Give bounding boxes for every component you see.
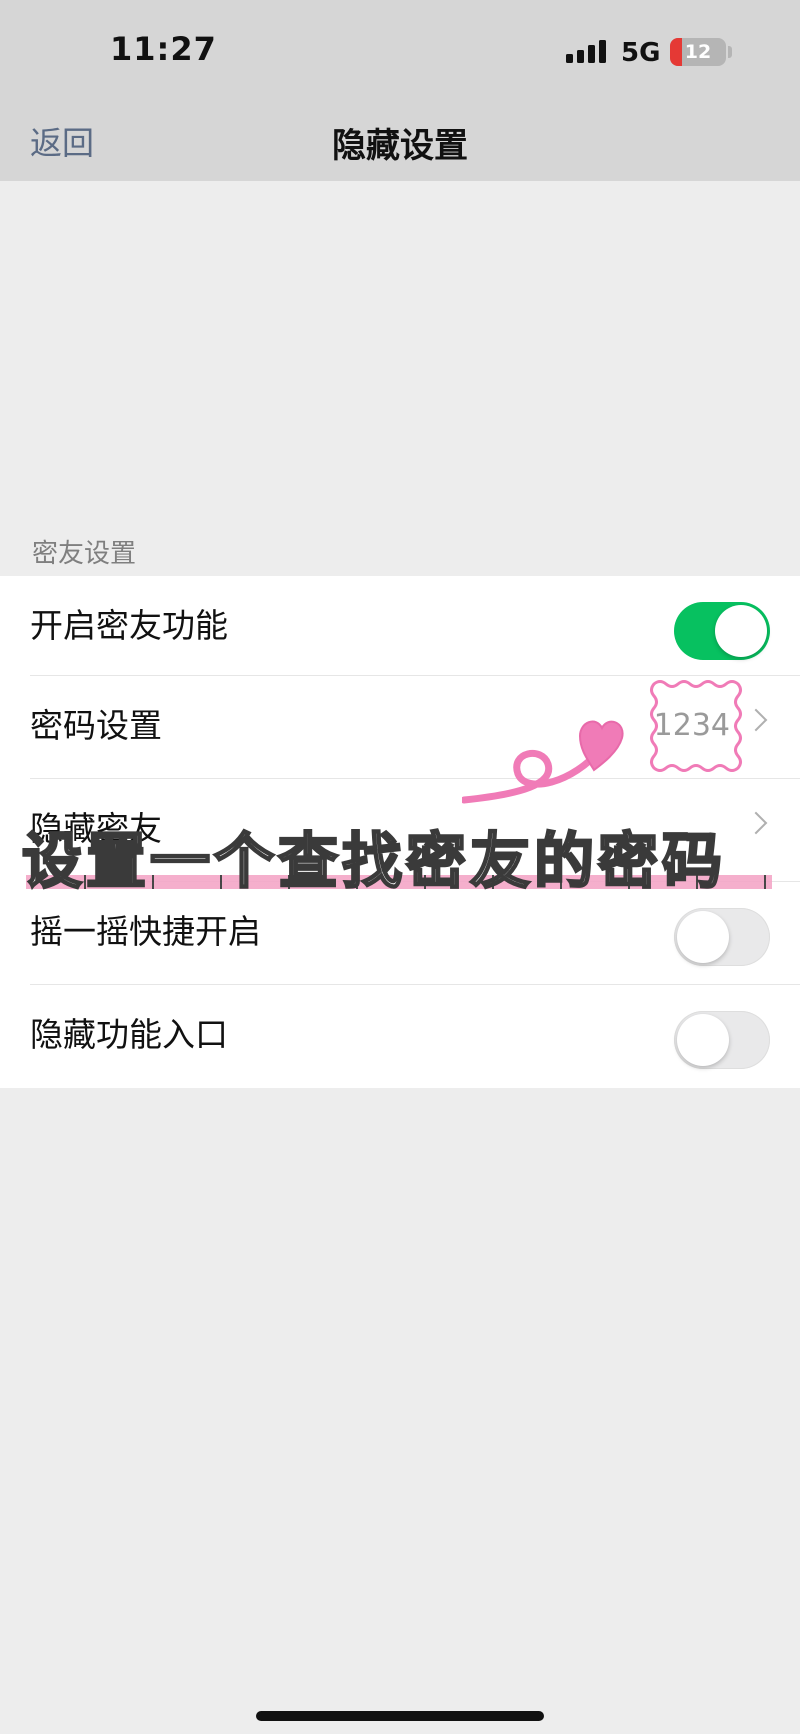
signal-icon [566, 40, 606, 66]
toggle-knob [715, 605, 767, 657]
toggle-knob [677, 911, 729, 963]
wavy-frame-decoration [650, 680, 742, 772]
row-enable-close-friends[interactable]: 开启密友功能 [0, 576, 800, 676]
row-label: 隐藏功能入口 [30, 1015, 228, 1054]
heart-arrow-decoration [462, 720, 624, 804]
battery-nub [728, 46, 732, 58]
status-time: 11:27 [110, 30, 217, 68]
chevron-right-icon [744, 708, 768, 732]
section-label: 密友设置 [32, 539, 137, 569]
navigation-bar: 返回 隐藏设置 [0, 100, 800, 181]
row-hide-feature-entry[interactable]: 隐藏功能入口 [0, 985, 800, 1088]
row-label: 开启密友功能 [30, 606, 228, 645]
enable-close-friends-toggle[interactable] [674, 602, 770, 660]
shake-quick-open-toggle[interactable] [674, 908, 770, 966]
battery-icon: 12 [670, 38, 726, 66]
home-indicator[interactable] [256, 1711, 544, 1721]
hide-feature-entry-toggle[interactable] [674, 1011, 770, 1069]
overlay-caption: 设置一个查找密友的密码 [21, 826, 726, 899]
battery-level: 12 [684, 41, 712, 63]
network-type: 5G [621, 38, 661, 68]
toggle-knob [677, 1014, 729, 1066]
page-title: 隐藏设置 [332, 126, 468, 166]
row-label: 密码设置 [30, 706, 162, 745]
status-bar: 11:27 5G 12 [0, 0, 800, 100]
